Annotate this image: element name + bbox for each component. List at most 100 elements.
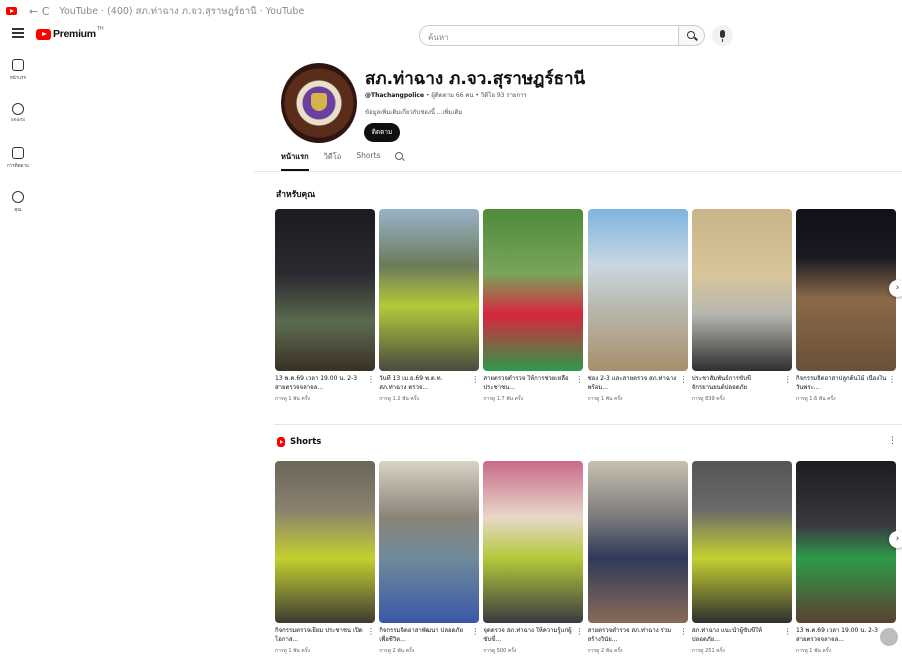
video-views: การดู 1.2 พัน ครั้ง <box>379 396 419 402</box>
short-views: การดู 1 พัน ครั้ง <box>795 648 831 654</box>
video-thumbnail[interactable] <box>691 209 792 371</box>
youtube-logo[interactable]: Premium TH <box>36 26 104 40</box>
more-actions-icon[interactable]: ⋮ <box>680 627 688 644</box>
video-title[interactable]: กิจกรรมจิตอาสาปลูกต้นไม้ เนื่องในวันพระ.… <box>796 375 888 392</box>
logo-country-code: TH <box>96 26 104 32</box>
police-badge-icon <box>311 93 327 111</box>
short-views: การดู 2 พัน ครั้ง <box>587 648 623 654</box>
video-title[interactable]: ประชาสัมพันธ์การขับขี่จักรยานยนต์ปลอดภัย <box>692 375 784 392</box>
video-thumbnail[interactable] <box>275 209 375 371</box>
short-card[interactable]: 13 พ.ค.69 เวลา 19.00 น. 2-3 สายตรวจจลาจล… <box>795 461 896 655</box>
short-thumbnail[interactable] <box>587 461 688 623</box>
video-thumbnail[interactable] <box>379 209 480 371</box>
short-views: การดู 2 พัน ครั้ง <box>379 648 415 654</box>
search-button[interactable] <box>679 25 705 46</box>
for-you-shelf: 13 พ.ค.69 เวลา 19.00 น. 2-3 สายตรวจจลาจล… <box>275 209 900 403</box>
guide-item-shorts[interactable]: Shorts <box>0 103 36 143</box>
video-card[interactable]: สายตรวจตำรวจ ให้การช่วยเหลือประชาชน... ⋮ ก… <box>483 209 584 403</box>
short-views: การดู 1 พัน ครั้ง <box>275 648 310 654</box>
video-thumbnail[interactable] <box>587 209 688 371</box>
masthead: Premium TH ค้นหา <box>0 22 902 50</box>
more-actions-icon[interactable]: ⋮ <box>367 627 375 644</box>
channel-stats: • ผู้ติดตาม 66 คน • วิดีโอ 93 รายการ <box>425 92 527 99</box>
short-title[interactable]: จุดตรวจ สภ.ท่าฉาง ให้ความรู้แก่ผู้ขับขี่… <box>483 627 575 644</box>
tab-videos[interactable]: วิดีโอ <box>324 151 342 171</box>
short-thumbnail[interactable] <box>795 461 896 623</box>
channel-tabs: หน้าแรก วิดีโอ Shorts <box>281 151 404 171</box>
video-views: การดู 1.6 พัน ครั้ง <box>795 396 836 402</box>
video-title[interactable]: สายตรวจตำรวจ ให้การช่วยเหลือประชาชน... <box>483 375 575 392</box>
video-card[interactable]: ช่อง 2-3 และสายตรวจ สภ.ท่าฉาง พร้อม... ⋮ ก… <box>587 209 688 403</box>
for-you-heading: สำหรับคุณ <box>276 190 316 200</box>
short-card[interactable]: สภ.ท่าฉาง แนะนำผู้ขับขี่ให้ปลอดภัย... ⋮ กา… <box>691 461 792 655</box>
short-details: สายตรวจตำรวจ สภ.ท่าฉาง ร่วมสร้างวินัย...… <box>588 627 688 644</box>
guide-item-subscriptions[interactable]: การติดตาม <box>0 147 36 187</box>
video-title[interactable]: 13 พ.ค.69 เวลา 19.00 น. 2-3 สายตรวจจลาจล… <box>275 375 367 392</box>
channel-description[interactable]: ข้อมูลเพิ่มเติมเกี่ยวกับช่องนี้ ...เพิ่ม… <box>365 107 462 117</box>
short-card[interactable]: กิจกรรมตรวจเยี่ยม ประชาชน เปิดโอกาส... ⋮ ก… <box>275 461 375 655</box>
short-thumbnail[interactable] <box>691 461 792 623</box>
more-actions-icon[interactable]: ⋮ <box>471 627 479 644</box>
short-title[interactable]: กิจกรรมจิตอาสาพัฒนา ปลอดภัยเพื่อชีวิต... <box>379 627 471 644</box>
more-actions-icon[interactable]: ⋮ <box>784 375 792 392</box>
video-card[interactable]: 13 พ.ค.69 เวลา 19.00 น. 2-3 สายตรวจจลาจล… <box>275 209 375 403</box>
short-card[interactable]: กิจกรรมจิตอาสาพัฒนา ปลอดภัยเพื่อชีวิต...… <box>379 461 480 655</box>
tab-shorts[interactable]: Shorts <box>356 151 380 171</box>
subscribe-button[interactable]: ติดตาม <box>364 123 400 142</box>
subscriptions-icon <box>12 147 24 159</box>
short-thumbnail[interactable] <box>275 461 375 623</box>
more-actions-icon[interactable]: ⋮ <box>784 627 792 644</box>
short-details: กิจกรรมจิตอาสาพัฒนา ปลอดภัยเพื่อชีวิต...… <box>379 627 479 644</box>
short-thumbnail[interactable] <box>483 461 584 623</box>
more-actions-icon[interactable]: ⋮ <box>888 375 896 392</box>
short-title[interactable]: สายตรวจตำรวจ สภ.ท่าฉาง ร่วมสร้างวินัย... <box>588 627 680 644</box>
more-actions-icon[interactable]: ⋮ <box>575 627 583 644</box>
tab-home[interactable]: หน้าแรก <box>281 151 309 171</box>
shorts-next-button[interactable]: › <box>889 531 902 548</box>
video-thumbnail[interactable] <box>483 209 584 371</box>
search-icon <box>687 31 695 39</box>
short-views: การดู 500 ครั้ง <box>483 648 517 654</box>
short-details: จุดตรวจ สภ.ท่าฉาง ให้ความรู้แก่ผู้ขับขี่… <box>483 627 583 644</box>
short-title[interactable]: สภ.ท่าฉาง แนะนำผู้ขับขี่ให้ปลอดภัย... <box>692 627 784 644</box>
video-views: การดู 1 พัน ครั้ง <box>275 396 310 402</box>
shelf-next-button[interactable]: › <box>889 280 902 297</box>
logo-text: Premium <box>53 28 96 40</box>
video-details: กิจกรรมจิตอาสาปลูกต้นไม้ เนื่องในวันพระ.… <box>796 375 896 392</box>
youtube-favicon-icon <box>6 7 17 15</box>
channel-name: สภ.ท่าฉาง ภ.จว.สุราษฎร์ธานี <box>365 69 586 89</box>
short-card[interactable]: จุดตรวจ สภ.ท่าฉาง ให้ความรู้แก่ผู้ขับขี่… <box>483 461 584 655</box>
short-title[interactable]: กิจกรรมตรวจเยี่ยม ประชาชน เปิดโอกาส... <box>275 627 367 644</box>
guide-item-label: หน้าแรก <box>9 76 27 81</box>
more-actions-icon[interactable]: ⋮ <box>471 375 479 392</box>
shorts-icon <box>12 103 24 115</box>
browser-nav-buttons[interactable]: ← C <box>29 5 49 18</box>
more-actions-icon[interactable]: ⋮ <box>575 375 583 392</box>
menu-icon[interactable] <box>12 28 24 38</box>
video-title[interactable]: วันที่ 13 เม.ย.69 พ.ต.ท. สภ.ท่าฉาง ตรวจ.… <box>379 375 471 392</box>
guide-item-home[interactable]: หน้าแรก <box>0 59 36 99</box>
channel-avatar[interactable] <box>281 63 357 143</box>
shorts-more-icon[interactable]: ⋮ <box>888 436 897 446</box>
video-details: ประชาสัมพันธ์การขับขี่จักรยานยนต์ปลอดภัย… <box>692 375 792 392</box>
short-title[interactable]: 13 พ.ค.69 เวลา 19.00 น. 2-3 สายตรวจจลาจล… <box>796 627 888 644</box>
channel-search-icon[interactable] <box>395 152 404 160</box>
short-card[interactable]: สายตรวจตำรวจ สภ.ท่าฉาง ร่วมสร้างวินัย...… <box>587 461 688 655</box>
video-title[interactable]: ช่อง 2-3 และสายตรวจ สภ.ท่าฉาง พร้อม... <box>588 375 680 392</box>
video-card[interactable]: วันที่ 13 เม.ย.69 พ.ต.ท. สภ.ท่าฉาง ตรวจ.… <box>379 209 480 403</box>
video-card[interactable]: กิจกรรมจิตอาสาปลูกต้นไม้ เนื่องในวันพระ.… <box>795 209 896 403</box>
voice-search-icon[interactable] <box>712 25 733 46</box>
floating-action-button[interactable] <box>880 628 898 646</box>
section-divider <box>274 424 902 425</box>
video-views: การดู 1 พัน ครั้ง <box>587 396 623 402</box>
short-thumbnail[interactable] <box>379 461 480 623</box>
search-input[interactable]: ค้นหา <box>419 25 679 46</box>
guide-item-you[interactable]: คุณ <box>0 191 36 231</box>
video-card[interactable]: ประชาสัมพันธ์การขับขี่จักรยานยนต์ปลอดภัย… <box>691 209 792 403</box>
video-thumbnail[interactable] <box>795 209 896 371</box>
more-actions-icon[interactable]: ⋮ <box>680 375 688 392</box>
more-actions-icon[interactable]: ⋮ <box>367 375 375 392</box>
tabs-divider <box>254 171 902 172</box>
youtube-play-icon <box>36 28 51 40</box>
short-details: กิจกรรมตรวจเยี่ยม ประชาชน เปิดโอกาส... ⋮ <box>275 627 375 644</box>
